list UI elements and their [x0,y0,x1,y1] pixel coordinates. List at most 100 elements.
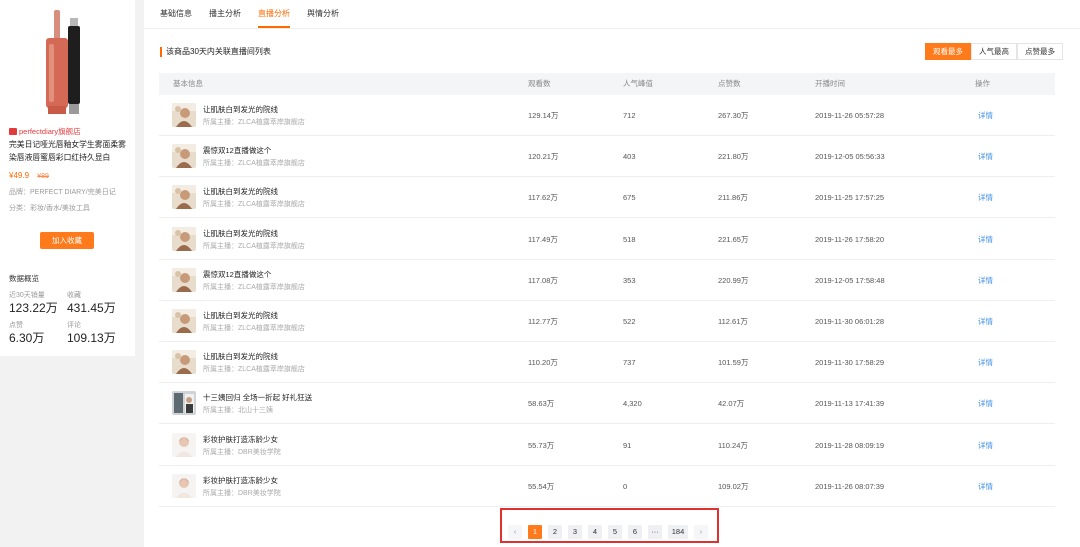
peak-cell: 91 [623,440,632,450]
stat-label: 点赞 [9,322,23,329]
table-row: 让肌肤白到发光的院线 所属主播：ZLCA植露萃岸旗舰店 129.14万 712 267.… [159,95,1055,136]
live-thumbnail[interactable] [172,350,196,375]
stat-likes: 点赞 6.30万 [9,321,44,346]
peak-cell: 518 [623,234,636,244]
product-image[interactable] [36,10,100,120]
table-row: 彩妆护肤打造冻龄少女 所属主播：DBR美妆学院 55.73万 91 110.24万 201… [159,425,1055,466]
detail-link[interactable]: 详情 [978,95,993,136]
views-cell: 117.08万 [528,275,558,285]
live-thumbnail[interactable] [172,226,196,251]
next-page-button[interactable]: › [694,525,708,539]
sort-most-liked-button[interactable]: 点赞最多 [1017,43,1063,60]
live-title[interactable]: 让肌肤白到发光的院线 [203,186,278,197]
col-header-start-time: 开播时间 [815,79,845,88]
tab-anchor-analysis[interactable]: 播主分析 [209,0,241,28]
current-price: ¥49.9 [9,171,30,180]
peak-cell: 403 [623,152,636,162]
page-184-button[interactable]: 184 [668,525,688,539]
likes-cell: 220.99万 [718,275,749,285]
likes-cell: 110.24万 [718,440,748,450]
live-title[interactable]: 让肌肤白到发光的院线 [203,228,278,239]
live-thumbnail[interactable] [172,432,196,457]
live-thumbnail[interactable] [172,103,196,127]
section-title: 该商品30天内关联直播间列表 [160,47,271,57]
pagination: ‹ 1 2 3 4 5 6 ··· 184 › [508,524,714,540]
live-anchor: 所属主播：ZLCA植露萃岸旗舰店 [203,325,305,332]
sort-most-popular-button[interactable]: 人气最高 [971,43,1017,60]
detail-link[interactable]: 详情 [978,260,993,301]
start-time-cell: 2019-11-26 08:07:39 [815,481,885,491]
live-anchor: 所属主播：北山十三姨 [203,407,273,415]
detail-link[interactable]: 详情 [978,177,993,218]
live-thumbnail[interactable] [172,309,196,333]
detail-link[interactable]: 详情 [978,342,993,383]
live-title[interactable]: 让肌肤白到发光的院线 [203,104,278,115]
start-time-cell: 2019-11-26 17:58:20 [815,234,885,244]
likes-cell: 221.80万 [718,152,749,162]
page-5-button[interactable]: 5 [608,525,622,539]
col-header-info: 基本信息 [173,79,203,88]
page-2-button[interactable]: 2 [548,525,562,539]
live-title[interactable]: 震惊双12直播做这个 [203,145,271,156]
live-thumbnail[interactable] [172,185,196,210]
tab-basic-info[interactable]: 基础信息 [160,0,192,28]
detail-link[interactable]: 详情 [978,425,993,466]
stat-label: 评论 [67,322,81,329]
likes-cell: 221.65万 [718,234,749,244]
live-title[interactable]: 彩妆护肤打造冻龄少女 [203,475,278,486]
live-title[interactable]: 十三姨回归 全场一折起 好礼狂送 [203,392,312,403]
stat-comments: 评论 109.13万 [67,321,116,346]
views-cell: 117.49万 [528,234,558,244]
detail-link[interactable]: 详情 [978,136,993,177]
detail-link[interactable]: 详情 [978,383,993,424]
peak-cell: 4,320 [623,399,642,409]
add-favorite-button[interactable]: 加入收藏 [40,232,94,249]
start-time-cell: 2019-11-13 17:41:39 [815,399,885,409]
page-4-button[interactable]: 4 [588,525,602,539]
views-cell: 110.20万 [528,358,558,368]
views-cell: 117.62万 [528,193,558,203]
live-title[interactable]: 让肌肤白到发光的院线 [203,351,278,362]
detail-link[interactable]: 详情 [978,219,993,260]
live-anchor: 所属主播：ZLCA植露萃岸旗舰店 [203,242,305,250]
table-row: 让肌肤白到发光的院线所属主播：ZLCA植露萃岸旗舰店 117.49万 518 221.… [159,219,1055,260]
tab-live-analysis[interactable]: 直播分析 [258,0,290,28]
detail-link[interactable]: 详情 [978,466,993,507]
live-title[interactable]: 震惊双12直播做这个 [203,269,271,280]
product-card: perfectdiary旗舰店 完美日记哑光唇釉女学生雾面柔雾染唇液唇蜜唇彩口红… [0,0,135,356]
page-ellipsis-button[interactable]: ··· [648,525,662,539]
table-header: 基本信息 观看数 人气峰值 点赞数 开播时间 操作 [159,73,1055,95]
category-text: 分类：彩妆/香水/美妆工具 [9,205,90,212]
likes-cell: 211.86万 [718,193,748,203]
start-time-cell: 2019-11-25 17:57:25 [815,193,885,203]
table-row: 让肌肤白到发光的院线 所属主播：ZLCA植露萃岸旗舰店 117.62万 675 211.… [159,177,1055,219]
live-thumbnail[interactable] [172,473,196,498]
live-anchor: 所属主播：ZLCA植露萃岸旗舰店 [203,160,305,168]
brand-text: 品牌：PERFECT DIARY/完美日记 [9,189,116,196]
sort-most-viewed-button[interactable]: 观看最多 [925,43,971,60]
live-thumbnail[interactable] [172,144,196,169]
detail-link[interactable]: 详情 [978,301,993,342]
live-anchor: 所属主播：ZLCA植露萃岸旗舰店 [203,119,305,126]
stats-title: 数据概览 [9,274,39,283]
likes-cell: 267.30万 [718,111,749,120]
live-anchor: 所属主播：ZLCA植露萃岸旗舰店 [203,283,305,291]
page-3-button[interactable]: 3 [568,525,582,539]
page-1-button[interactable]: 1 [528,525,542,539]
product-title[interactable]: 完美日记哑光唇釉女学生雾面柔雾染唇液唇蜜唇彩口红持久显白 [9,139,127,164]
stat-favorites: 收藏 431.45万 [67,291,116,316]
live-thumbnail[interactable] [172,391,196,416]
live-thumbnail[interactable] [172,267,196,292]
prev-page-button[interactable]: ‹ [508,525,522,539]
page-6-button[interactable]: 6 [628,525,642,539]
views-cell: 55.54万 [528,481,555,491]
start-time-cell: 2019-11-26 05:57:28 [815,111,885,120]
views-cell: 55.73万 [528,440,555,450]
start-time-cell: 2019-11-28 08:09:19 [815,440,885,450]
shop-label[interactable]: perfectdiary旗舰店 [19,126,81,137]
col-header-likes: 点赞数 [718,79,741,88]
tab-sentiment-analysis[interactable]: 舆情分析 [307,0,339,28]
live-title[interactable]: 彩妆护肤打造冻龄少女 [203,434,278,445]
shop-name[interactable]: perfectdiary旗舰店 [9,126,81,137]
live-title[interactable]: 让肌肤白到发光的院线 [203,310,278,321]
